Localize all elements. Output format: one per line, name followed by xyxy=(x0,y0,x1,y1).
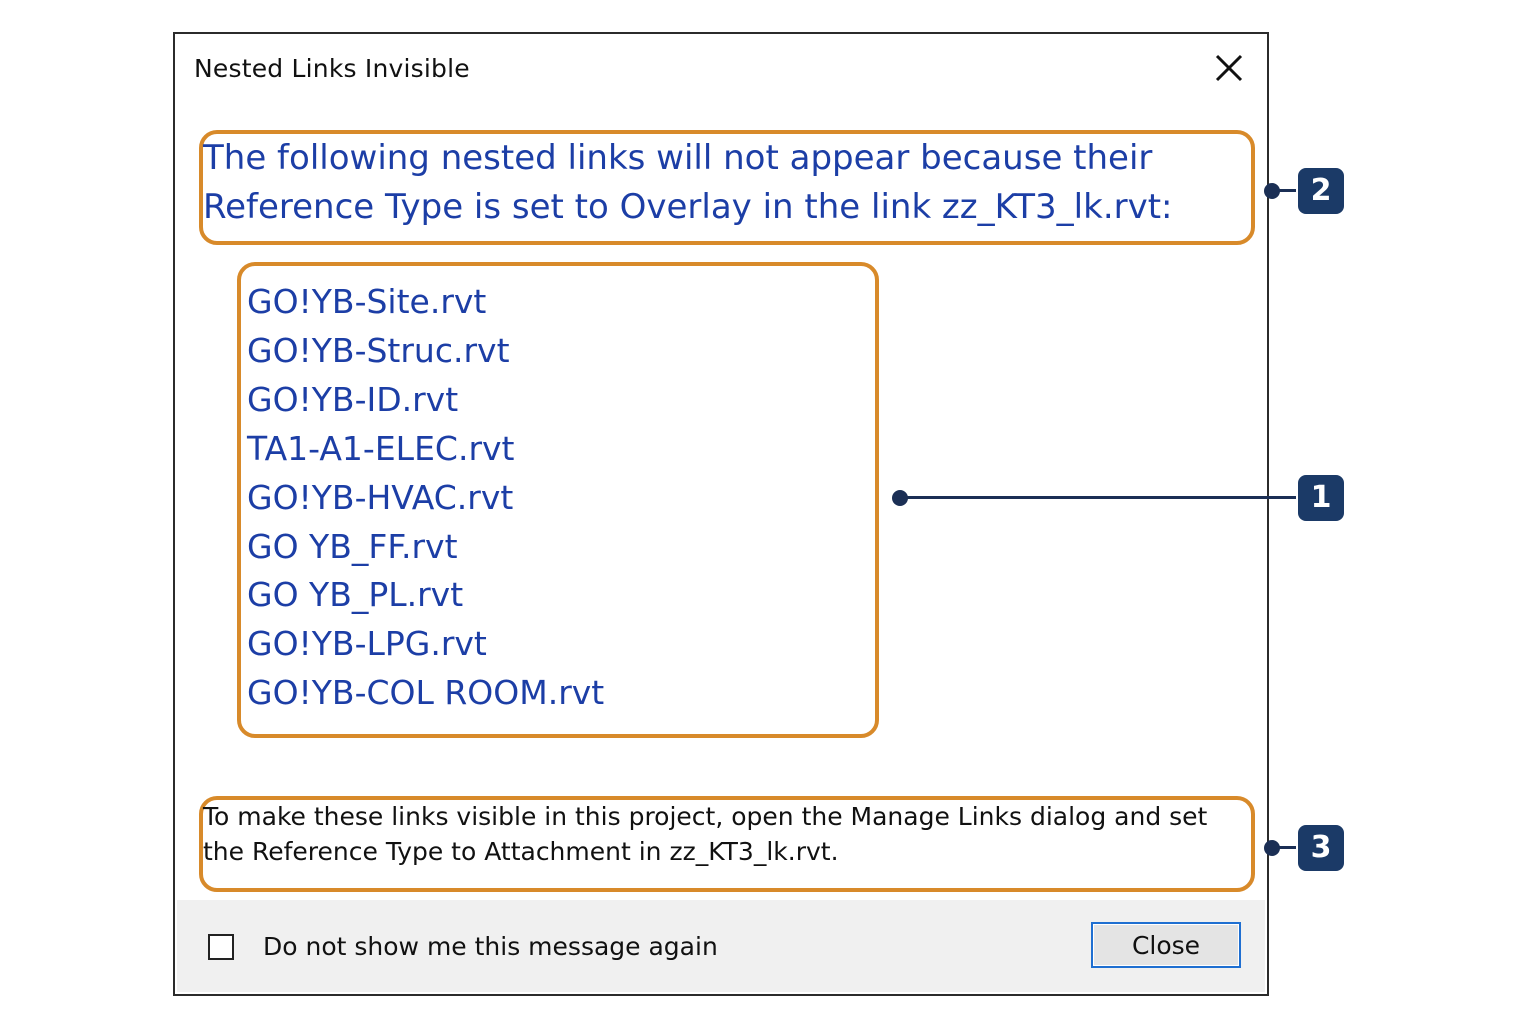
dialog-footer: Do not show me this message again Close xyxy=(177,900,1265,992)
list-item: GO YB_PL.rvt xyxy=(247,575,464,615)
list-item: GO!YB-LPG.rvt xyxy=(247,624,487,664)
annotation-line-2 xyxy=(1278,189,1296,192)
nested-link-list: GO!YB-Site.rvt GO!YB-Struc.rvt GO!YB-ID.… xyxy=(247,278,604,718)
list-item: GO!YB-ID.rvt xyxy=(247,379,459,419)
annotation-badge-2: 2 xyxy=(1298,168,1344,214)
annotation-badge-1: 1 xyxy=(1298,475,1344,521)
stage: Nested Links Invisible The following nes… xyxy=(0,0,1520,1031)
list-item: GO!YB-Site.rvt xyxy=(247,282,487,321)
list-item: GO!YB-Struc.rvt xyxy=(247,330,510,370)
list-item: GO!YB-COL ROOM.rvt xyxy=(247,673,605,713)
close-x-icon[interactable] xyxy=(1211,50,1247,86)
close-button[interactable]: Close xyxy=(1091,922,1241,968)
annotation-line-3 xyxy=(1278,846,1296,849)
list-item: GO!YB-HVAC.rvt xyxy=(247,477,514,517)
list-item: GO YB_FF.rvt xyxy=(247,526,458,566)
do-not-show-checkbox[interactable] xyxy=(208,934,234,960)
list-item: TA1-A1-ELEC.rvt xyxy=(247,428,515,468)
message-bottom: To make these links visible in this proj… xyxy=(203,802,1208,866)
do-not-show-label[interactable]: Do not show me this message again xyxy=(263,932,718,961)
annotation-line-1 xyxy=(904,496,1296,499)
annotation-badge-3: 3 xyxy=(1298,825,1344,871)
nested-links-dialog: Nested Links Invisible The following nes… xyxy=(173,32,1269,996)
dialog-title: Nested Links Invisible xyxy=(194,54,470,83)
title-bar: Nested Links Invisible xyxy=(175,34,1267,106)
message-top: The following nested links will not appe… xyxy=(203,138,1173,227)
